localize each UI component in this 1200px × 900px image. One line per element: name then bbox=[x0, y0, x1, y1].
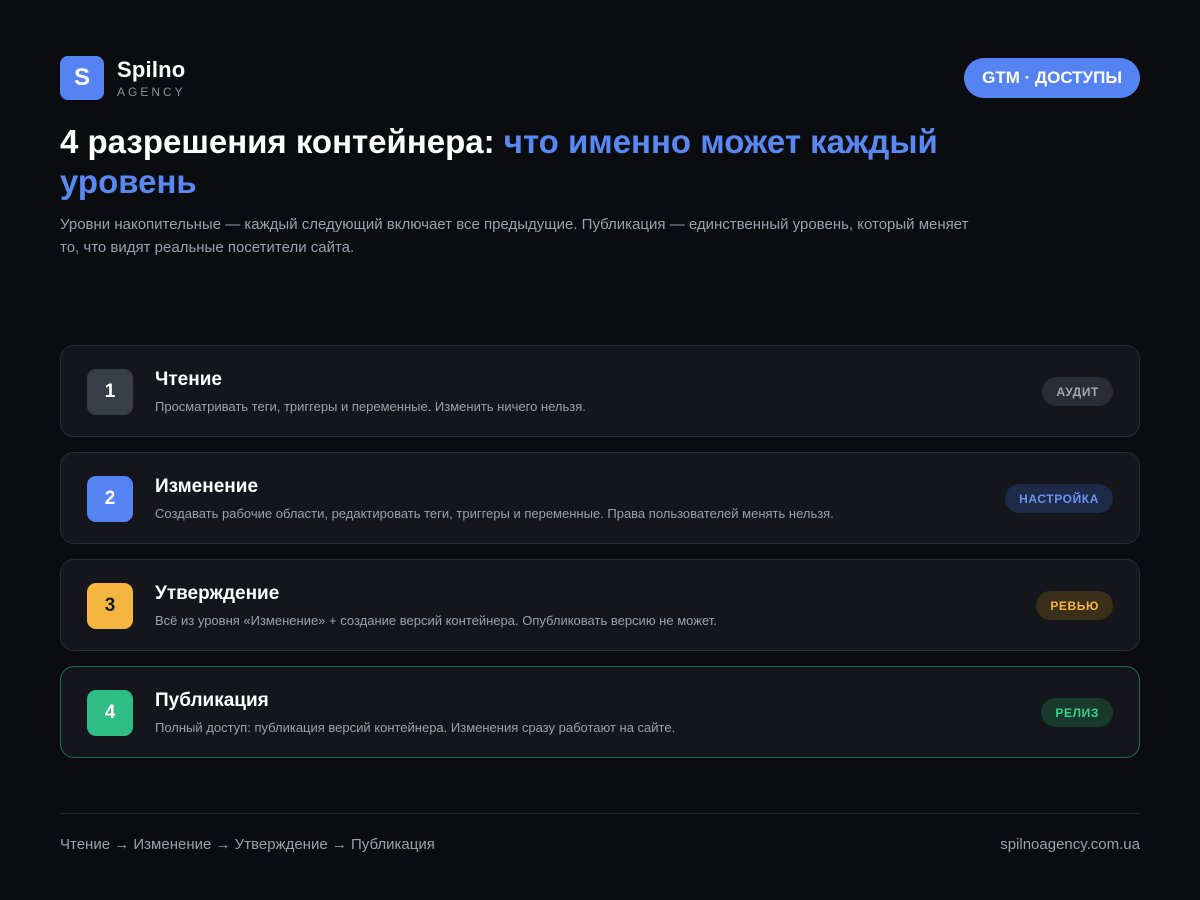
levels-list: 1 Чтение Просматривать теги, триггеры и … bbox=[60, 345, 1140, 773]
level-tag: РЕЛИЗ bbox=[1041, 698, 1113, 727]
level-card-approve: 3 Утверждение Всё из уровня «Изменение» … bbox=[60, 559, 1140, 651]
title-main: 4 разрешения контейнера: bbox=[60, 123, 504, 160]
level-tag: НАСТРОЙКА bbox=[1005, 484, 1113, 513]
level-number: 2 bbox=[87, 476, 133, 522]
footer-level-chain: Чтение → Изменение → Утверждение → Публи… bbox=[60, 836, 435, 853]
level-title: Изменение bbox=[155, 476, 259, 497]
level-title: Публикация bbox=[155, 690, 269, 711]
level-card-publish: 4 Публикация Полный доступ: публикация в… bbox=[60, 666, 1140, 758]
level-title: Чтение bbox=[155, 369, 222, 390]
level-tag: АУДИТ bbox=[1042, 377, 1113, 406]
footer-divider bbox=[60, 813, 1140, 814]
brand-logo: S Spilno AGENCY bbox=[60, 56, 186, 100]
brand-text: Spilno AGENCY bbox=[117, 56, 186, 99]
page-subtitle: Уровни накопительные — каждый следующий … bbox=[60, 216, 969, 256]
level-number: 4 bbox=[87, 690, 133, 736]
level-number: 1 bbox=[87, 369, 133, 415]
footer-site: spilnoagency.com.ua bbox=[1000, 836, 1140, 853]
level-description: Полный доступ: публикация версий контейн… bbox=[155, 720, 676, 735]
level-tag: РЕВЬЮ bbox=[1036, 591, 1113, 620]
header: S Spilno AGENCY GTM · ДОСТУПЫ bbox=[60, 56, 1140, 100]
level-card-read: 1 Чтение Просматривать теги, триггеры и … bbox=[60, 345, 1140, 437]
logo-mark: S bbox=[60, 56, 104, 100]
brand-name: Spilno bbox=[117, 56, 186, 82]
level-number: 3 bbox=[87, 583, 133, 629]
brand-sub: AGENCY bbox=[117, 84, 186, 99]
topic-badge: GTM · ДОСТУПЫ bbox=[964, 58, 1140, 98]
level-title: Утверждение bbox=[155, 583, 280, 604]
level-description: Создавать рабочие области, редактировать… bbox=[155, 506, 834, 521]
page: S Spilno AGENCY GTM · ДОСТУПЫ 4 разрешен… bbox=[0, 0, 1200, 900]
level-description: Всё из уровня «Изменение» + создание вер… bbox=[155, 613, 717, 628]
level-description: Просматривать теги, триггеры и переменны… bbox=[155, 399, 586, 414]
page-title: 4 разрешения контейнера: что именно може… bbox=[60, 122, 1070, 202]
level-card-edit: 2 Изменение Создавать рабочие области, р… bbox=[60, 452, 1140, 544]
